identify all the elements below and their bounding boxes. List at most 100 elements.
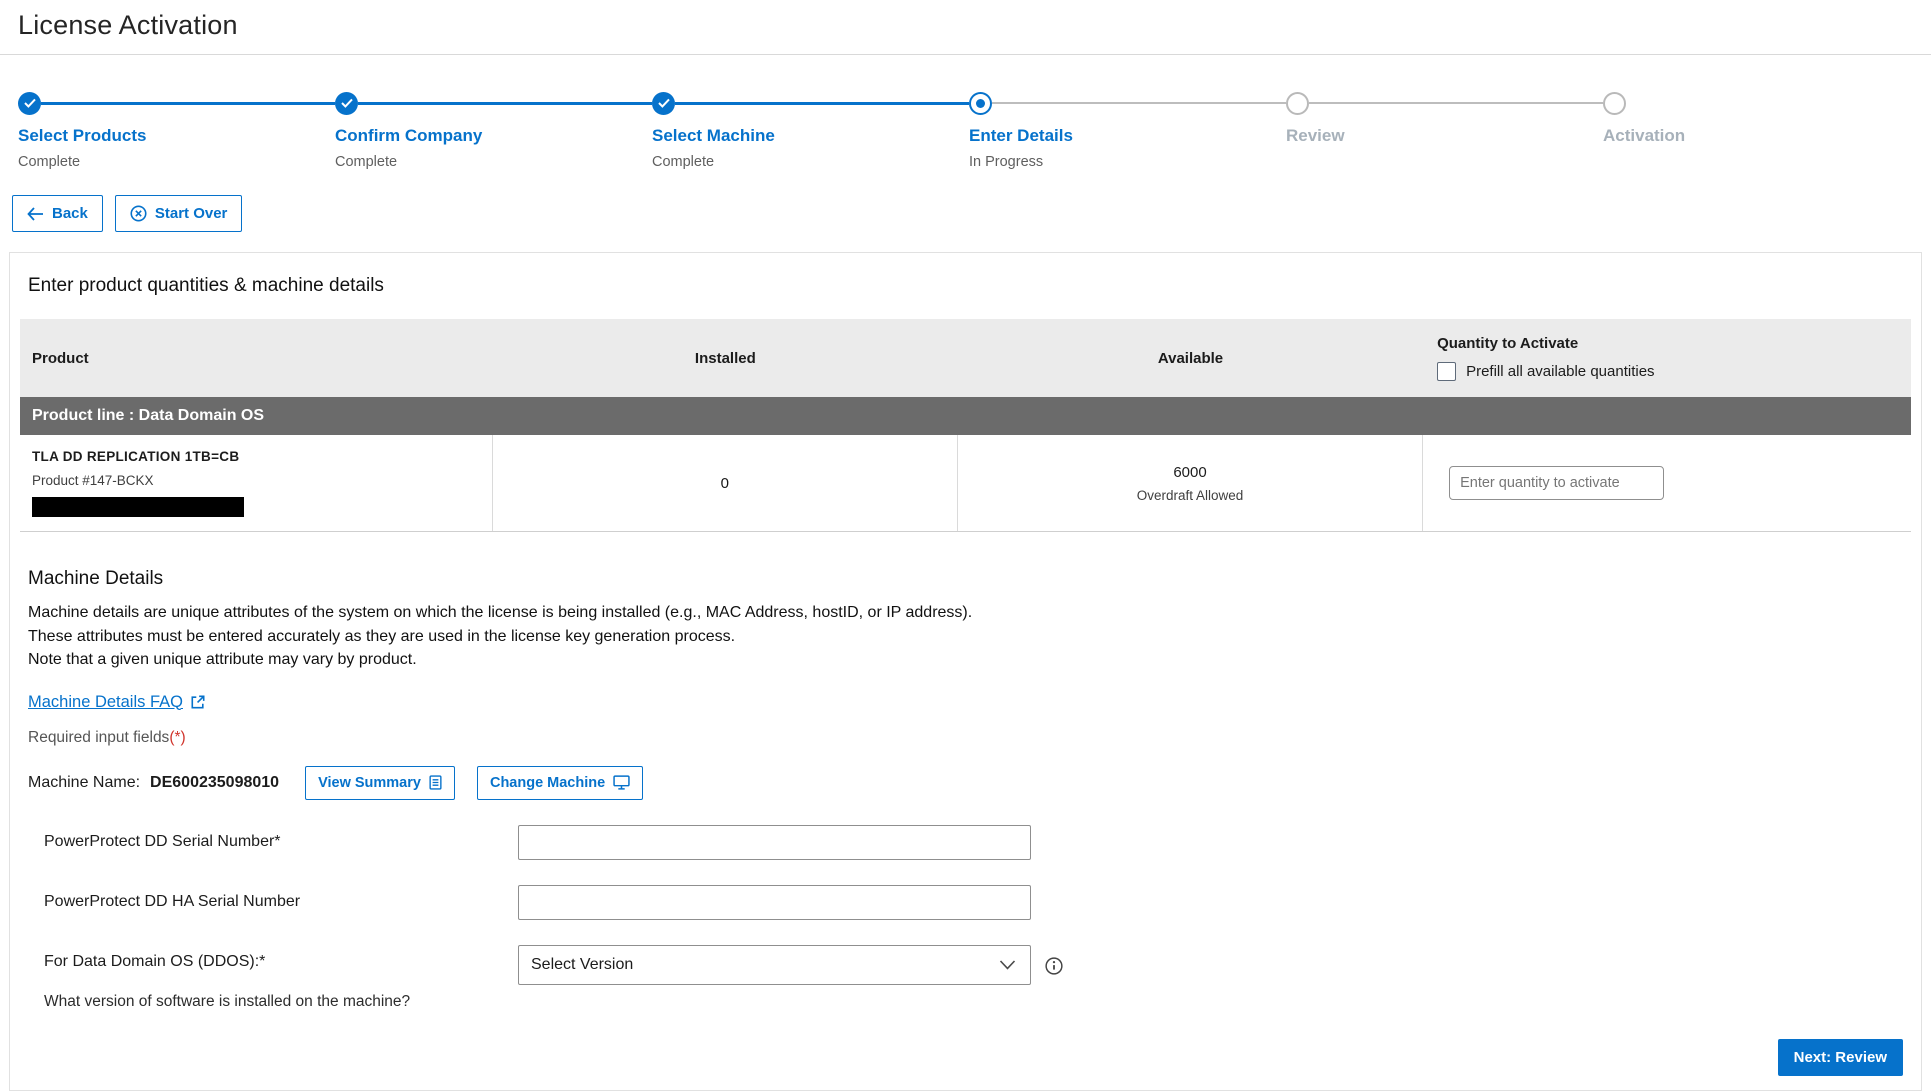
dd-serial-label: PowerProtect DD Serial Number [44,833,274,850]
start-over-button-label: Start Over [155,205,228,222]
select-value: Select Version [531,956,633,974]
required-star: * [259,953,265,970]
faq-link-label: Machine Details FAQ [28,693,183,712]
step-label: Activation [1603,126,1685,146]
step-status [1603,154,1685,171]
chevron-down-icon [999,960,1016,970]
step-label: Confirm Company [335,126,652,146]
machine-details-description-line1: Machine details are unique attributes of… [28,601,1903,625]
quantity-to-activate-input[interactable] [1449,466,1664,500]
column-header-quantity-label: Quantity to Activate [1437,335,1899,352]
step-connector [41,102,335,105]
dd-ha-serial-label: PowerProtect DD HA Serial Number [44,893,300,910]
machine-details-section: Machine Details Machine details are uniq… [20,532,1911,1076]
back-button-label: Back [52,205,88,222]
required-fields-text: Required input fields [28,729,169,746]
machine-details-faq-link[interactable]: Machine Details FAQ [28,693,206,712]
installed-cell: 0 [493,435,958,531]
prefill-option: Prefill all available quantities [1437,362,1899,381]
circle-x-icon [130,205,147,222]
step-label: Enter Details [969,126,1286,146]
dd-serial-input[interactable] [518,825,1031,860]
machine-details-heading: Machine Details [28,568,1903,590]
change-machine-button[interactable]: Change Machine [477,766,643,800]
back-button[interactable]: Back [12,195,103,232]
step-current-icon [969,92,992,115]
next-row: Next: Review [28,1039,1903,1076]
step-connector [675,102,969,105]
machine-details-description-line3: Note that a given unique attribute may v… [28,648,1903,672]
step-label: Select Products [18,126,335,146]
column-header-quantity: Quantity to Activate Prefill all availab… [1423,319,1911,397]
view-summary-button[interactable]: View Summary [305,766,455,800]
field-label-col: PowerProtect DD HA Serial Number [28,885,518,911]
step-pending-icon [1286,92,1309,115]
step-status: Complete [652,154,969,171]
column-header-available: Available [958,319,1423,397]
required-fields-note: Required input fields(*) [28,729,1903,747]
monitor-icon [613,775,630,790]
step-complete-check-icon [18,92,41,115]
ddos-version-hint: What version of software is installed on… [44,993,518,1011]
next-review-button[interactable]: Next: Review [1778,1039,1903,1076]
available-value: 6000 [1173,464,1206,481]
form-row-ddos-version: For Data Domain OS (DDOS):* What version… [28,945,1903,1011]
step-review: Review [1286,91,1603,171]
step-connector [1309,102,1603,104]
document-icon [429,775,442,790]
step-select-machine: Select Machine Complete [652,91,969,171]
step-enter-details: Enter Details In Progress [969,91,1286,171]
step-status: In Progress [969,154,1286,171]
overdraft-note: Overdraft Allowed [1137,488,1244,503]
prefill-label: Prefill all available quantities [1466,363,1654,380]
wizard-stepper: Select Products Complete Confirm Company… [0,55,1931,171]
change-machine-label: Change Machine [490,775,605,791]
step-confirm-company: Confirm Company Complete [335,91,652,171]
dd-ha-serial-input[interactable] [518,885,1031,920]
available-cell: 6000 Overdraft Allowed [958,435,1423,531]
machine-name-label: Machine Name: [28,774,140,792]
external-link-icon [190,694,206,710]
wizard-toolbar: Back Start Over [0,171,1931,232]
info-icon[interactable] [1045,957,1063,975]
required-star: * [274,833,280,850]
arrow-left-icon [27,207,44,221]
product-line-group-header: Product line : Data Domain OS [20,397,1911,435]
section-heading: Enter product quantities & machine detai… [20,265,1911,319]
step-status: Complete [18,154,335,171]
step-connector [992,102,1286,104]
machine-name-value: DE600235098010 [150,774,279,792]
step-label: Review [1286,126,1603,146]
step-status: Complete [335,154,652,171]
step-label: Select Machine [652,126,969,146]
table-header-row: Product Installed Available Quantity to … [20,319,1911,397]
step-status [1286,154,1603,171]
column-header-installed: Installed [493,319,958,397]
step-pending-icon [1603,92,1626,115]
product-quantities-table: Product Installed Available Quantity to … [20,319,1911,532]
required-marker: (*) [169,729,185,746]
quantity-cell [1423,435,1911,531]
redacted-text [32,497,244,517]
step-complete-check-icon [652,92,675,115]
field-label-col: PowerProtect DD Serial Number* [28,825,518,851]
product-cell: TLA DD REPLICATION 1TB=CB Product #147-B… [20,435,493,531]
machine-details-description-line2: These attributes must be entered accurat… [28,625,1903,649]
view-summary-label: View Summary [318,775,421,791]
start-over-button[interactable]: Start Over [115,195,243,232]
column-header-product: Product [20,319,493,397]
step-activation: Activation [1603,91,1685,171]
form-row-dd-serial: PowerProtect DD Serial Number* [28,825,1903,860]
page-title: License Activation [0,0,1931,54]
license-activation-page: License Activation Select Products Compl… [0,0,1931,979]
step-select-products: Select Products Complete [18,91,335,171]
product-number: Product #147-BCKX [32,473,480,488]
product-name: TLA DD REPLICATION 1TB=CB [32,449,480,464]
table-row: TLA DD REPLICATION 1TB=CB Product #147-B… [20,435,1911,532]
step-complete-check-icon [335,92,358,115]
machine-name-row: Machine Name: DE600235098010 View Summar… [28,766,1903,800]
form-row-dd-ha-serial: PowerProtect DD HA Serial Number [28,885,1903,920]
prefill-checkbox[interactable] [1437,362,1456,381]
step-connector [358,102,652,105]
ddos-version-label: For Data Domain OS (DDOS): [44,953,259,970]
